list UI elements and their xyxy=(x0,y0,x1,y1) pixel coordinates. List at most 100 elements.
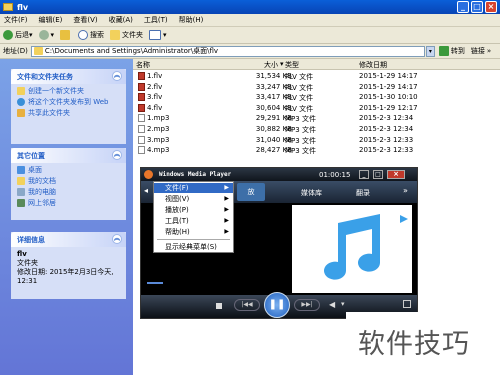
mp3-file-icon xyxy=(138,146,145,155)
submenu-arrow-icon: ▶ xyxy=(224,228,229,235)
task-new-folder[interactable]: 创建一个新文件夹 xyxy=(17,87,120,95)
pause-button[interactable]: ❚❚ xyxy=(264,292,290,318)
menu-separator xyxy=(157,239,230,240)
place-my-computer[interactable]: 我的电脑 xyxy=(17,188,120,196)
file-type: FLV 文件 xyxy=(285,83,314,92)
address-dropdown-button[interactable]: ▾ xyxy=(425,45,435,57)
network-icon xyxy=(17,199,25,207)
flv-file-icon xyxy=(138,72,145,80)
folder-icon xyxy=(3,3,13,11)
file-row[interactable]: 4.mp3 28,427 KB MP3 文件 2015-2-3 12:33 xyxy=(133,145,500,155)
menu-favorites[interactable]: 收藏(A) xyxy=(109,15,133,25)
submenu-arrow-icon: ▶ xyxy=(224,217,229,224)
col-size[interactable]: 大小 xyxy=(264,60,278,70)
wmp-close-button[interactable]: × xyxy=(387,170,405,179)
next-arrow-icon xyxy=(400,215,408,223)
file-modified: 2015-1-30 10:10 xyxy=(359,93,418,102)
wmp-maximize-button[interactable]: □ xyxy=(373,170,383,179)
col-modified[interactable]: 修改日期 xyxy=(359,60,387,70)
wmp-more-icon[interactable]: » xyxy=(403,186,408,195)
menu-bar: 文件(F) 编辑(E) 查看(V) 收藏(A) 工具(T) 帮助(H) xyxy=(0,14,500,27)
file-row[interactable]: 1.mp3 29,291 KB MP3 文件 2015-2-3 12:34 xyxy=(133,113,500,123)
collapse-icon[interactable]: ︽ xyxy=(112,234,122,244)
file-row[interactable]: 3.mp3 31,040 KB MP3 文件 2015-2-3 12:33 xyxy=(133,135,500,145)
menu-edit[interactable]: 编辑(E) xyxy=(39,15,63,25)
menu-help[interactable]: 帮助(H) xyxy=(179,15,204,25)
volume-dropdown-icon[interactable]: ▾ xyxy=(341,300,345,308)
menu-tools[interactable]: 工具(T) xyxy=(144,15,168,25)
file-tasks-header[interactable]: 文件和文件夹任务 ︽ xyxy=(11,69,126,84)
my-documents-icon xyxy=(17,177,25,185)
mini-mode-icon[interactable] xyxy=(403,300,411,308)
col-name[interactable]: 名称 xyxy=(136,60,150,70)
volume-icon[interactable]: ◀ xyxy=(329,300,335,309)
address-label: 地址(D) xyxy=(3,47,28,55)
mp3-file-icon xyxy=(138,125,145,133)
wmp-tab-library[interactable]: 媒体库 xyxy=(301,188,322,198)
file-row[interactable]: 1.flv 31,534 KB FLV 文件 2015-1-29 14:17 xyxy=(133,71,500,81)
stop-icon[interactable] xyxy=(216,303,222,309)
previous-button[interactable]: |◀◀ xyxy=(234,299,260,311)
file-modified: 2015-2-3 12:33 xyxy=(359,135,414,144)
submenu-arrow-icon: ▶ xyxy=(224,206,229,213)
place-desktop[interactable]: 桌面 xyxy=(17,166,120,174)
minimize-button[interactable]: _ xyxy=(457,1,469,13)
wmp-seek-bar[interactable] xyxy=(147,282,163,284)
menu-item-tools[interactable]: 工具(T) ▶ xyxy=(154,216,233,226)
collapse-icon[interactable]: ︽ xyxy=(112,71,122,81)
go-button[interactable]: 转到 xyxy=(438,46,465,56)
menu-item-classic-menus[interactable]: 显示经典菜单(S) xyxy=(154,242,233,252)
file-row[interactable]: 2.flv 33,247 KB FLV 文件 2015-1-29 14:17 xyxy=(133,82,500,92)
window-title: flv xyxy=(17,2,29,12)
file-name: 3.mp3 xyxy=(147,135,170,144)
collapse-icon[interactable]: ︽ xyxy=(112,150,122,160)
details-header[interactable]: 详细信息 ︽ xyxy=(11,232,126,247)
file-row[interactable]: 4.flv 30,604 KB FLV 文件 2015-1-29 12:17 xyxy=(133,103,500,113)
wmp-tab-now-playing[interactable]: 放 xyxy=(237,183,265,201)
other-places-header[interactable]: 其它位置 ︽ xyxy=(11,148,126,163)
file-type: MP3 文件 xyxy=(285,147,316,156)
menu-item-help[interactable]: 帮助(H) ▶ xyxy=(154,227,233,237)
wmp-back-icon[interactable]: ◂ xyxy=(144,186,148,195)
address-path: C:\Documents and Settings\Administrator\… xyxy=(44,47,219,55)
wmp-minimize-button[interactable]: _ xyxy=(359,170,369,179)
forward-button[interactable]: ▾ xyxy=(38,30,54,40)
menu-view[interactable]: 查看(V) xyxy=(73,15,97,25)
search-icon xyxy=(78,30,89,40)
close-button[interactable]: × xyxy=(485,1,497,13)
views-button[interactable]: ▾ xyxy=(149,30,167,40)
file-row[interactable]: 3.flv 33,417 KB FLV 文件 2015-1-30 10:10 xyxy=(133,92,500,102)
file-type: FLV 文件 xyxy=(285,73,314,81)
task-share-folder[interactable]: 共享此文件夹 xyxy=(17,109,120,117)
file-name: 4.mp3 xyxy=(147,146,170,155)
links-button[interactable]: 链接 xyxy=(471,46,485,56)
place-network[interactable]: 网上邻居 xyxy=(17,199,120,207)
menu-item-play[interactable]: 播放(P) ▶ xyxy=(154,205,233,215)
wmp-context-menu: 文件(F) ▶ 视图(V) ▶ 播放(P) ▶ 工具(T) ▶ 帮助(H) ▶ 显示经典菜… xyxy=(153,181,234,253)
menu-item-file[interactable]: 文件(F) ▶ xyxy=(154,183,233,193)
up-button[interactable] xyxy=(60,30,72,40)
menu-file[interactable]: 文件(F) xyxy=(4,15,28,25)
file-tasks-panel: 文件和文件夹任务 ︽ 创建一个新文件夹 将这个文件夹发布到 Web 共享此文件夹 xyxy=(11,69,126,144)
back-button[interactable]: 后退 ▾ xyxy=(3,30,33,40)
watermark-text: 软件技巧 xyxy=(358,329,470,360)
chevron-right-icon[interactable]: » xyxy=(487,47,491,55)
wmp-tab-rip[interactable]: 翻录 xyxy=(356,188,370,198)
menu-item-view[interactable]: 视图(V) ▶ xyxy=(154,194,233,204)
search-button[interactable]: 搜索 xyxy=(78,30,104,40)
task-publish-web[interactable]: 将这个文件夹发布到 Web xyxy=(17,98,120,106)
music-note-icon xyxy=(324,214,408,280)
file-row[interactable]: 2.mp3 30,882 KB MP3 文件 2015-2-3 12:34 xyxy=(133,124,500,134)
next-button[interactable]: ▶▶| xyxy=(294,299,320,311)
col-type[interactable]: 类型 xyxy=(285,60,299,70)
back-arrow-icon xyxy=(3,30,13,40)
folders-icon xyxy=(110,30,121,40)
place-my-documents[interactable]: 我的文档 xyxy=(17,177,120,185)
file-modified: 2015-2-3 12:34 xyxy=(359,114,414,123)
details-panel: 详细信息 ︽ flv 文件夹 修改日期: 2015年2月3日今天, 12:31 xyxy=(11,232,126,299)
watermark: 软件技巧 xyxy=(346,312,500,375)
address-input[interactable]: C:\Documents and Settings\Administrator\… xyxy=(30,45,425,57)
maximize-button[interactable]: □ xyxy=(471,1,483,13)
file-type: MP3 文件 xyxy=(285,115,316,124)
folders-button[interactable]: 文件夹 xyxy=(110,30,143,40)
